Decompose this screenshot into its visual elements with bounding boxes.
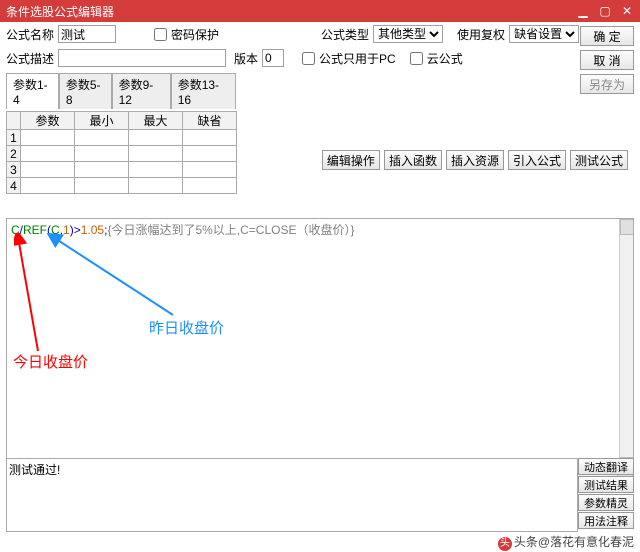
fq-label: 使用复权 <box>457 26 505 43</box>
arrow-blue-icon <box>47 233 177 319</box>
type-select[interactable]: 其他类型 <box>373 25 443 43</box>
cloud-checkbox[interactable] <box>410 52 423 65</box>
ver-label: 版本 <box>234 50 258 67</box>
col-default: 缺省 <box>183 112 237 130</box>
logo-icon: 头 <box>498 537 512 551</box>
type-label: 公式类型 <box>321 26 369 43</box>
col-max: 最大 <box>129 112 183 130</box>
tab-params-1-4[interactable]: 参数1-4 <box>6 73 59 109</box>
col-name: 参数 <box>21 112 75 130</box>
password-checkbox[interactable] <box>154 28 167 41</box>
arrow-red-icon <box>14 233 44 353</box>
import-formula-button[interactable]: 引入公式 <box>508 150 566 170</box>
table-row: 1 <box>7 130 237 146</box>
editor-toolbar: 编辑操作 插入函数 插入资源 引入公式 测试公式 <box>316 148 634 172</box>
close-icon[interactable]: ✕ <box>620 4 634 18</box>
desc-input[interactable] <box>58 49 226 67</box>
fq-select[interactable]: 缺省设置 <box>509 25 579 43</box>
minimize-icon[interactable]: ▁ <box>576 4 590 18</box>
form-row-1: 公式名称 密码保护 公式类型 其他类型 使用复权 缺省设置 <box>0 22 640 46</box>
param-wizard-button[interactable]: 参数精灵 <box>578 494 634 511</box>
annotation-yesterday: 昨日收盘价 <box>149 317 224 338</box>
window-title: 条件选股公式编辑器 <box>6 3 114 20</box>
col-min: 最小 <box>75 112 129 130</box>
titlebar: 条件选股公式编辑器 ▁ ▢ ✕ <box>0 0 640 22</box>
table-row: 2 <box>7 146 237 162</box>
param-table: 参数 最小 最大 缺省 1 2 3 4 <box>6 111 237 194</box>
cancel-button[interactable]: 取 消 <box>580 50 634 70</box>
table-row: 3 <box>7 162 237 178</box>
test-result-button[interactable]: 测试结果 <box>578 476 634 493</box>
annotation-today: 今日收盘价 <box>13 351 88 372</box>
name-label: 公式名称 <box>6 26 54 43</box>
cloud-label: 云公式 <box>427 50 463 67</box>
saveas-button[interactable]: 另存为 <box>580 74 634 94</box>
insert-func-button[interactable]: 插入函数 <box>384 150 442 170</box>
table-row: 4 <box>7 178 237 194</box>
log-text: 测试通过! <box>9 463 60 477</box>
v-scrollbar[interactable] <box>619 219 633 473</box>
maximize-icon[interactable]: ▢ <box>598 4 612 18</box>
dyn-translate-button[interactable]: 动态翻译 <box>578 458 634 475</box>
log-panel: 测试通过! <box>6 458 578 532</box>
tab-params-5-8[interactable]: 参数5-8 <box>59 73 112 109</box>
desc-label: 公式描述 <box>6 50 54 67</box>
code-line: C/REF(C,1)>1.05;{今日涨幅达到了5%以上,C=CLOSE（收盘价… <box>7 219 633 240</box>
usage-note-button[interactable]: 用法注释 <box>578 512 634 529</box>
name-input[interactable] <box>58 25 116 43</box>
pc-only-checkbox[interactable] <box>302 52 315 65</box>
ok-button[interactable]: 确 定 <box>580 26 634 46</box>
tab-params-9-12[interactable]: 参数9-12 <box>112 73 171 109</box>
code-editor[interactable]: C/REF(C,1)>1.05;{今日涨幅达到了5%以上,C=CLOSE（收盘价… <box>6 218 634 488</box>
password-label: 密码保护 <box>171 26 219 43</box>
ver-input[interactable] <box>262 49 284 67</box>
form-row-2: 公式描述 版本 公式只用于PC 云公式 <box>0 46 640 70</box>
tab-params-13-16[interactable]: 参数13-16 <box>171 73 236 109</box>
insert-res-button[interactable]: 插入资源 <box>446 150 504 170</box>
edit-ops-button[interactable]: 编辑操作 <box>322 150 380 170</box>
param-tabs: 参数1-4 参数5-8 参数9-12 参数13-16 <box>6 72 236 109</box>
watermark: 头头条@落花有意化春泥 <box>498 533 634 551</box>
pc-only-label: 公式只用于PC <box>319 50 396 67</box>
test-formula-button[interactable]: 测试公式 <box>570 150 628 170</box>
